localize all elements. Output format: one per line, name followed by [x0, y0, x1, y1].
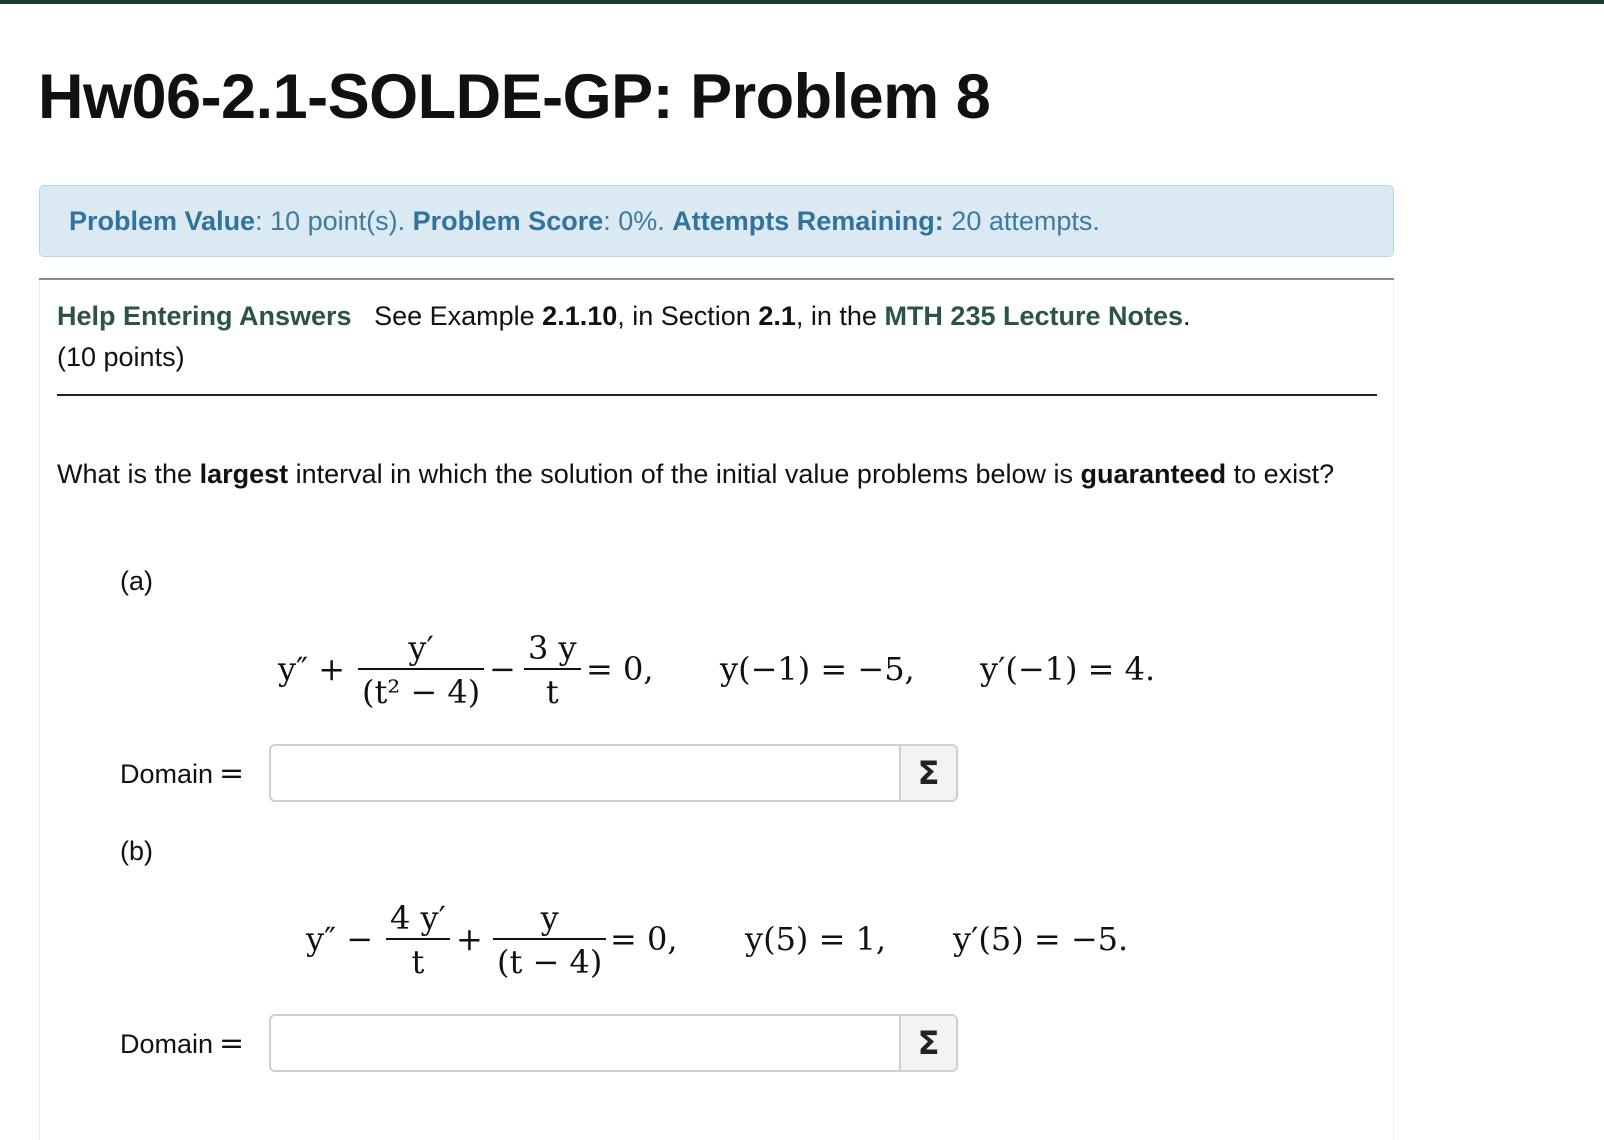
initial-condition: y′(−1) = 4. [980, 650, 1156, 688]
part-b-label: (b) [120, 836, 153, 866]
fraction: 3 y t [524, 628, 581, 714]
sigma-icon: Σ [917, 754, 940, 792]
problem-score-label: Problem Score [412, 205, 604, 236]
example-number: 2.1.10 [542, 301, 618, 331]
question-part: What is the [57, 459, 200, 489]
initial-condition: y′(5) = −5. [953, 920, 1129, 958]
help-entering-answers-link[interactable]: Help Entering Answers [57, 301, 352, 331]
equation-term: + [456, 920, 483, 958]
sigma-icon: Σ [917, 1024, 940, 1062]
equation-editor-button[interactable]: Σ [899, 744, 958, 802]
fraction-numerator: 4 y′ [390, 899, 446, 937]
initial-condition: y(5) = 1, [745, 920, 887, 958]
see-example-text: See Example [374, 301, 543, 331]
question-part: to exist? [1226, 459, 1335, 489]
initial-condition: y(−1) = −5, [720, 650, 915, 688]
fraction-denominator: t [545, 673, 559, 711]
part-a-label: (a) [120, 566, 153, 596]
problem-panel [39, 280, 1394, 1140]
help-line: Help Entering Answers See Example 2.1.10… [57, 301, 1191, 332]
page-title: Hw06-2.1-SOLDE-GP: Problem 8 [38, 62, 991, 132]
domain-b-input[interactable] [269, 1014, 901, 1072]
question-emphasis: largest [199, 459, 289, 489]
question-emphasis: guaranteed [1080, 459, 1227, 489]
question-part: interval in which the solution of the in… [288, 459, 1081, 489]
domain-a-input[interactable] [269, 744, 901, 802]
equation-term: = 0, [610, 920, 678, 958]
equation-term: y″ − [306, 920, 374, 958]
domain-label-text: Domain [120, 759, 214, 789]
attempts-remaining-label: Attempts Remaining: [672, 205, 944, 236]
help-period: . [1183, 301, 1191, 331]
problem-value-text: : 10 point(s). [255, 205, 413, 236]
fraction-numerator: y [540, 899, 559, 937]
domain-label: Domain = [120, 1026, 244, 1061]
domain-equals: = [219, 1026, 245, 1061]
attempts-remaining-text: 20 attempts. [943, 205, 1100, 236]
fraction-numerator: 3 y [528, 629, 577, 667]
divider [57, 394, 1377, 396]
equation-term: − [489, 650, 516, 688]
fraction: 4 y′ t [386, 898, 450, 984]
top-bar [0, 0, 1604, 4]
lecture-notes-link[interactable]: MTH 235 Lecture Notes [884, 301, 1183, 331]
equation-term: = 0, [586, 650, 654, 688]
fraction: y′ (t² − 4) [358, 628, 485, 714]
domain-equals: = [219, 756, 245, 791]
fraction-denominator: (t² − 4) [362, 673, 481, 711]
problem-score-text: : 0%. [603, 205, 673, 236]
section-number: 2.1 [758, 301, 796, 331]
in-section-text: , in Section [617, 301, 759, 331]
fraction: y (t − 4) [493, 898, 607, 984]
fraction-numerator: y′ [408, 629, 434, 667]
problem-info-box: Problem Value: 10 point(s). Problem Scor… [39, 185, 1394, 257]
domain-label-text: Domain [120, 1029, 214, 1059]
in-the-text: , in the [795, 301, 885, 331]
equation-term: y″ + [278, 650, 346, 688]
fraction-denominator: t [411, 943, 425, 981]
problem-value-label: Problem Value [69, 205, 256, 236]
equation-editor-button[interactable]: Σ [899, 1014, 958, 1072]
question-text: What is the largest interval in which th… [57, 455, 1377, 494]
points-text: (10 points) [57, 342, 185, 372]
fraction-denominator: (t − 4) [497, 943, 603, 981]
domain-label: Domain = [120, 756, 244, 791]
